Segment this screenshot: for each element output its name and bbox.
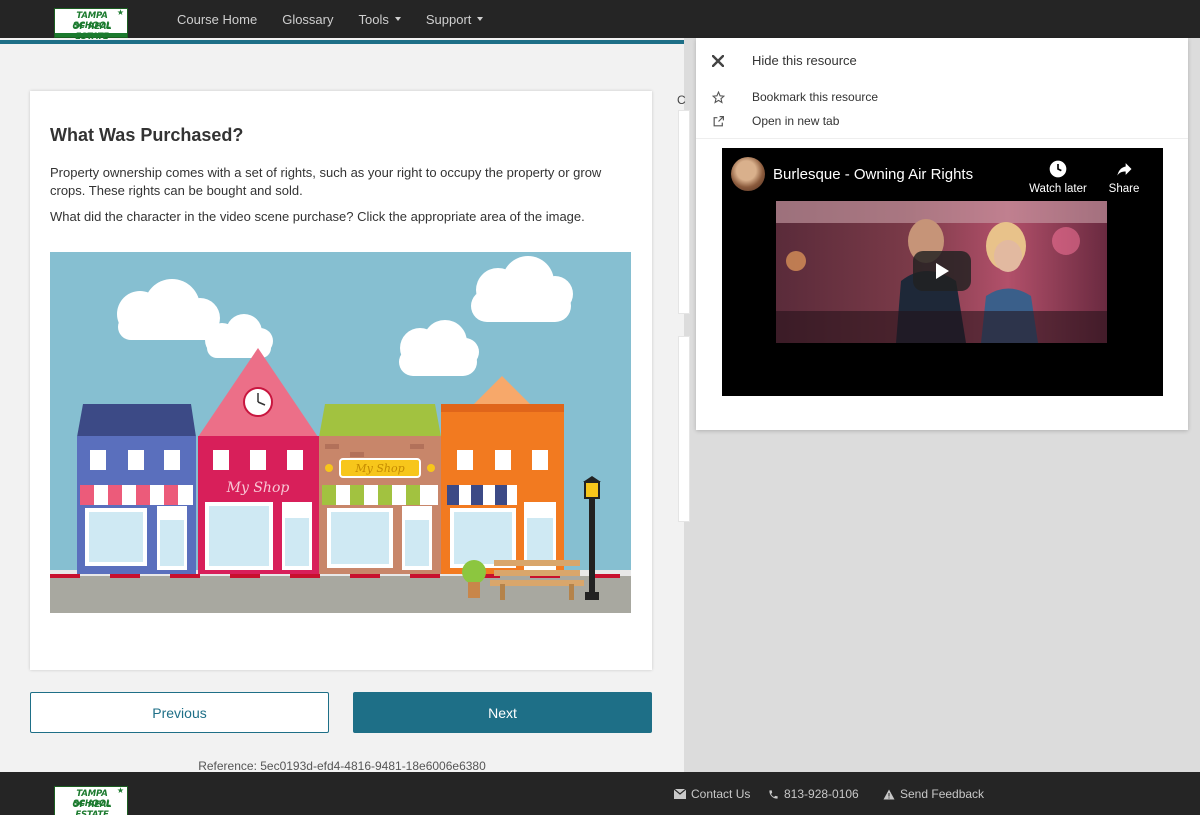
reference-id: Reference: 5ec0193d-efd4-4816-9481-18e60…: [198, 759, 486, 773]
watch-later-button[interactable]: Watch later: [1027, 159, 1089, 195]
shop-sign-text: My Shop: [226, 480, 290, 496]
share-button[interactable]: Share: [1104, 159, 1144, 195]
nav-tools-label: Tools: [358, 11, 389, 27]
watch-later-label: Watch later: [1029, 183, 1087, 195]
storefront-hotspot-image[interactable]: My Shop My Shop: [50, 252, 631, 613]
school-logo[interactable]: ★ TAMPA SCHOOL OF REAL ESTATE: [54, 8, 128, 42]
sidewalk[interactable]: [50, 574, 631, 613]
top-navbar: ★ TAMPA SCHOOL OF REAL ESTATE Course Hom…: [0, 0, 1200, 42]
open-new-tab-button[interactable]: Open in new tab: [712, 114, 839, 128]
phone-icon: [769, 789, 778, 799]
external-link-icon: [712, 115, 752, 128]
question-prompt: What did the character in the video scen…: [50, 209, 585, 224]
sidebar-heading-peek: C: [677, 93, 686, 107]
hide-resource-button[interactable]: Hide this resource: [712, 53, 857, 68]
nav-tools-dropdown[interactable]: Tools: [359, 12, 401, 27]
send-feedback-label: Send Feedback: [900, 787, 985, 801]
clock-icon: [1049, 160, 1067, 178]
video-player[interactable]: Burlesque - Owning Air Rights Watch late…: [722, 148, 1163, 396]
caret-down-icon: [477, 17, 484, 21]
play-icon: [936, 263, 949, 279]
next-button[interactable]: Next: [353, 692, 652, 733]
previous-button[interactable]: Previous: [30, 692, 329, 733]
video-title[interactable]: Burlesque - Owning Air Rights: [773, 166, 973, 183]
nav-course-home-label: Course Home: [177, 11, 258, 27]
nav-support-dropdown[interactable]: Support: [426, 12, 484, 27]
contact-us-link[interactable]: Contact Us: [674, 787, 750, 801]
footer-school-logo[interactable]: ★ TAMPA SCHOOL OF REAL ESTATE: [54, 786, 128, 815]
close-icon: [712, 54, 752, 67]
building-brick[interactable]: My Shop: [319, 404, 441, 574]
question-title: What Was Purchased?: [50, 125, 244, 145]
warning-icon: [883, 789, 895, 799]
phone-number: 813-928-0106: [784, 787, 859, 801]
bookmark-resource-label: Bookmark this resource: [752, 90, 879, 104]
play-button[interactable]: [913, 251, 971, 291]
envelope-icon: [674, 789, 686, 799]
footer: ★ TAMPA SCHOOL OF REAL ESTATE Contact Us…: [0, 772, 1200, 815]
sidebar-card-peek: [678, 336, 690, 522]
question-intro: Property ownership comes with a set of r…: [50, 165, 602, 198]
progress-line: [0, 40, 684, 44]
logo-bar: [55, 33, 127, 37]
caret-down-icon: [394, 17, 401, 21]
building-blue[interactable]: [77, 404, 196, 574]
share-arrow-icon: [1117, 163, 1132, 176]
logo-line2: OF REAL ESTATE: [72, 800, 112, 815]
nav-course-home[interactable]: Course Home: [177, 12, 257, 27]
star-outline-icon: [712, 90, 752, 104]
sidebar-card-peek: [678, 110, 690, 314]
phone-link[interactable]: 813-928-0106: [768, 787, 859, 801]
contact-us-label: Contact Us: [691, 787, 751, 801]
question-card: What Was Purchased? Property ownership c…: [30, 91, 652, 670]
nav-glossary[interactable]: Glossary: [282, 12, 333, 27]
main-nav: Course Home Glossary Tools Support: [177, 0, 508, 38]
bookmark-resource-button[interactable]: Bookmark this resource: [712, 90, 878, 104]
nav-glossary-label: Glossary: [282, 11, 334, 27]
hide-resource-label: Hide this resource: [752, 53, 857, 68]
open-new-tab-label: Open in new tab: [752, 114, 840, 128]
nav-support-label: Support: [425, 11, 472, 27]
shop-sign-text: My Shop: [354, 462, 404, 475]
logo-line2: OF REAL ESTATE: [72, 22, 112, 42]
building-orange[interactable]: [441, 376, 564, 574]
panel-divider: [696, 138, 1188, 139]
share-label: Share: [1108, 183, 1140, 195]
send-feedback-link[interactable]: Send Feedback: [883, 787, 984, 801]
channel-avatar[interactable]: [731, 157, 765, 191]
